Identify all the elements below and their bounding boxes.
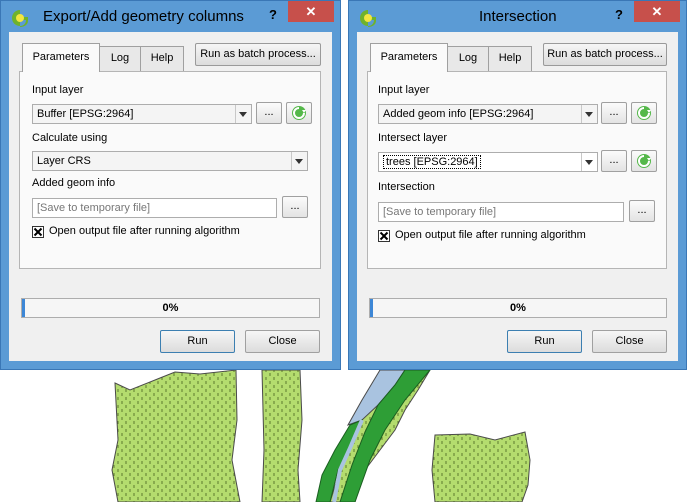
iterate-icon [637,106,651,120]
intersect-layer-select[interactable]: trees [EPSG:2964] [378,152,598,172]
browse-button[interactable]: ... [601,150,627,172]
input-layer-select[interactable]: Added geom info [EPSG:2964] [378,104,598,124]
progress-fill [370,299,373,317]
tree-polygon [261,369,303,502]
parameters-panel: Input layer Added geom info [EPSG:2964] … [367,71,667,269]
select-value: Layer CRS [37,155,91,167]
tree-polygon [111,369,241,502]
run-button[interactable]: Run [160,330,235,353]
chevron-down-icon [581,105,597,123]
calculate-using-select[interactable]: Layer CRS [32,151,308,171]
open-output-label: Open output file after running algorithm [395,229,586,241]
close-button[interactable]: Close [592,330,667,353]
select-value: Buffer [EPSG:2964] [37,108,134,120]
titlebar[interactable]: Export/Add geometry columns ? ✕ [1,1,340,33]
chevron-down-icon [581,153,597,171]
close-window-button[interactable]: ✕ [634,1,680,22]
qgis-logo-icon [12,10,28,27]
export-geometry-dialog: Export/Add geometry columns ? ✕ Paramete… [0,0,341,370]
tab-parameters[interactable]: Parameters [370,43,448,72]
output-file-field[interactable]: [Save to temporary file] [378,202,624,222]
progress-text: 0% [162,302,179,314]
iterate-button[interactable] [631,102,657,124]
progress-bar: 0% [21,298,320,318]
output-label: Added geom info [32,177,116,189]
browse-button[interactable]: ... [256,102,282,124]
help-button[interactable]: ? [609,5,629,25]
tab-help[interactable]: Help [140,46,184,71]
close-window-button[interactable]: ✕ [288,1,334,22]
select-value: Added geom info [EPSG:2964] [383,108,534,120]
intersection-dialog: Intersection ? ✕ Parameters Log Help Run… [348,0,687,370]
iterate-button[interactable] [286,102,312,124]
run-button[interactable]: Run [507,330,582,353]
qgis-logo-icon [360,10,376,27]
window-title: Intersection [479,8,557,25]
iterate-icon [292,106,306,120]
browse-button[interactable]: ... [601,102,627,124]
tab-parameters[interactable]: Parameters [22,43,100,72]
open-output-checkbox[interactable] [378,230,390,242]
dialog-body: Parameters Log Help Run as batch process… [357,32,678,361]
progress-fill [22,299,25,317]
output-browse-button[interactable]: ... [282,196,308,218]
batch-process-button[interactable]: Run as batch process... [543,43,667,66]
tab-help[interactable]: Help [488,46,532,71]
input-layer-label: Input layer [32,84,84,96]
select-value: trees [EPSG:2964] [383,155,481,169]
calculate-using-label: Calculate using [32,132,108,144]
close-button[interactable]: Close [245,330,320,353]
chevron-down-icon [235,105,251,123]
output-file-field[interactable]: [Save to temporary file] [32,198,277,218]
parameters-panel: Input layer Buffer [EPSG:2964] ... Calcu… [19,71,321,269]
output-label: Intersection [378,181,435,193]
input-layer-select[interactable]: Buffer [EPSG:2964] [32,104,252,124]
output-browse-button[interactable]: ... [629,200,655,222]
tab-log[interactable]: Log [447,46,489,71]
open-output-checkbox[interactable] [32,226,44,238]
window-title: Export/Add geometry columns [43,8,244,25]
input-layer-label: Input layer [378,84,430,96]
dialog-body: Parameters Log Help Run as batch process… [9,32,332,361]
titlebar[interactable]: Intersection ? ✕ [349,1,686,33]
batch-process-button[interactable]: Run as batch process... [195,43,321,66]
iterate-button[interactable] [631,150,657,172]
tree-polygon [431,431,531,502]
help-button[interactable]: ? [263,5,283,25]
tab-log[interactable]: Log [99,46,141,71]
chevron-down-icon [291,152,307,170]
progress-text: 0% [510,302,526,314]
open-output-label: Open output file after running algorithm [49,225,240,237]
iterate-icon [637,154,651,168]
intersect-layer-label: Intersect layer [378,132,448,144]
progress-bar: 0% [369,298,667,318]
